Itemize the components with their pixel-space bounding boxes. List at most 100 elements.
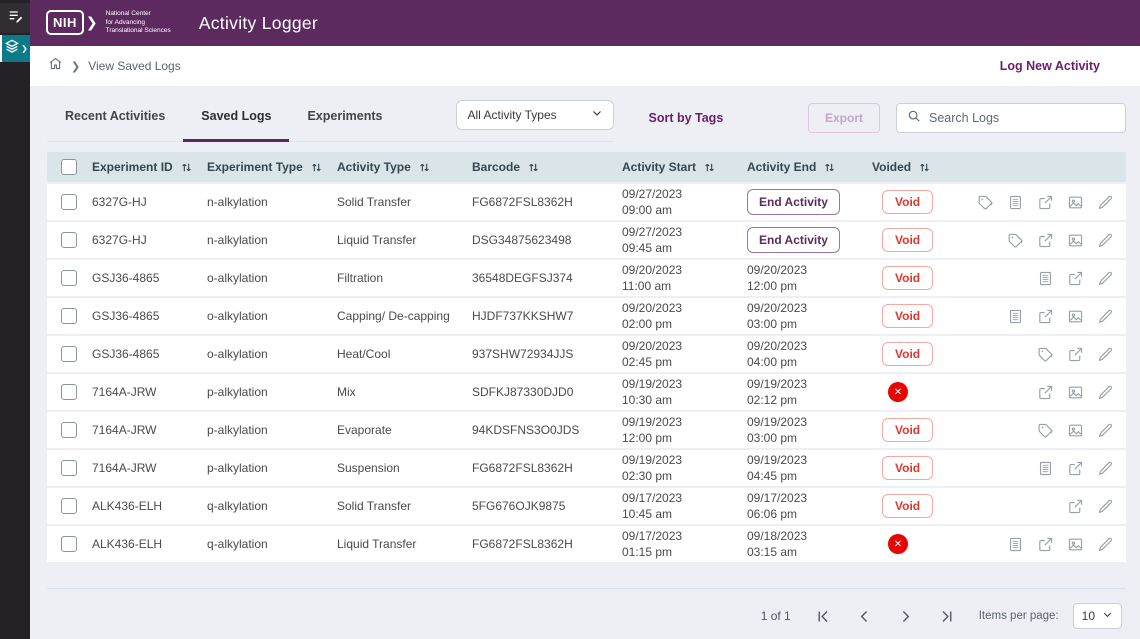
sort-icon[interactable] <box>918 161 931 174</box>
notes-icon[interactable] <box>1037 460 1054 477</box>
last-page-button[interactable] <box>938 608 955 625</box>
notes-icon[interactable] <box>1007 536 1024 553</box>
experiment-id-cell: 7164A-JRW <box>92 461 207 475</box>
activity-end-date: 09/20/2023 <box>747 300 866 316</box>
activity-start-cell: 09/20/2023 02:45 pm <box>622 338 747 370</box>
column-header-activity-start: Activity Start <box>622 160 696 174</box>
first-page-button[interactable] <box>815 608 832 625</box>
edit-icon[interactable] <box>1097 308 1114 325</box>
export-button[interactable]: Export <box>808 103 880 133</box>
notes-icon[interactable] <box>1037 270 1054 287</box>
end-activity-button[interactable]: End Activity <box>747 189 840 215</box>
sort-icon[interactable] <box>180 161 193 174</box>
external-link-icon[interactable] <box>1067 460 1084 477</box>
void-button[interactable]: Void <box>882 228 933 252</box>
end-activity-button[interactable]: End Activity <box>747 227 840 253</box>
external-link-icon[interactable] <box>1037 536 1054 553</box>
edit-icon[interactable] <box>1097 460 1114 477</box>
external-link-icon[interactable] <box>1067 270 1084 287</box>
sort-icon[interactable] <box>310 161 323 174</box>
void-button[interactable]: Void <box>882 266 933 290</box>
image-icon[interactable] <box>1067 536 1084 553</box>
activity-end-time: 12:00 pm <box>747 278 866 294</box>
row-checkbox[interactable] <box>61 536 77 552</box>
row-checkbox[interactable] <box>61 460 77 476</box>
table-header-row: Experiment ID Experiment Type Activity T… <box>47 152 1126 182</box>
edit-icon[interactable] <box>1097 384 1114 401</box>
void-button[interactable]: Void <box>882 456 933 480</box>
external-link-icon[interactable] <box>1067 498 1084 515</box>
barcode-cell: HJDF737KKSHW7 <box>472 309 622 323</box>
image-icon[interactable] <box>1067 232 1084 249</box>
home-icon[interactable] <box>48 56 63 76</box>
tab-saved-logs[interactable]: Saved Logs <box>183 94 289 142</box>
external-link-icon[interactable] <box>1037 232 1054 249</box>
external-link-icon[interactable] <box>1037 384 1054 401</box>
void-button[interactable]: Void <box>882 190 933 214</box>
row-checkbox[interactable] <box>61 384 77 400</box>
activity-type-filter[interactable]: All Activity Types <box>456 100 614 130</box>
void-button[interactable]: Void <box>882 418 933 442</box>
void-button[interactable]: Void <box>882 304 933 328</box>
search-input[interactable] <box>929 111 1115 125</box>
row-checkbox[interactable] <box>61 308 77 324</box>
edit-icon[interactable] <box>1097 270 1114 287</box>
experiment-type-cell: o-alkylation <box>207 271 337 285</box>
next-page-button[interactable] <box>897 608 914 625</box>
sort-by-tags-button[interactable]: Sort by Tags <box>648 111 723 125</box>
activity-start-cell: 09/19/2023 02:30 pm <box>622 452 747 484</box>
column-header-activity-end: Activity End <box>747 160 816 174</box>
image-icon[interactable] <box>1067 384 1084 401</box>
row-checkbox[interactable] <box>61 498 77 514</box>
activity-type-cell: Liquid Transfer <box>337 233 472 247</box>
edit-icon[interactable] <box>1097 346 1114 363</box>
items-per-page-select[interactable]: 10 <box>1073 603 1122 629</box>
sort-icon[interactable] <box>823 161 836 174</box>
sort-icon[interactable] <box>527 161 540 174</box>
experiment-type-cell: o-alkylation <box>207 347 337 361</box>
content-area: Recent Activities Saved Logs Experiments… <box>30 86 1140 639</box>
tab-experiments[interactable]: Experiments <box>289 94 400 142</box>
image-icon[interactable] <box>1067 194 1084 211</box>
tab-recent-activities[interactable]: Recent Activities <box>47 94 183 142</box>
tag-icon[interactable] <box>977 194 994 211</box>
row-checkbox[interactable] <box>61 270 77 286</box>
activity-start-time: 02:45 pm <box>622 354 741 370</box>
image-icon[interactable] <box>1067 308 1084 325</box>
sort-icon[interactable] <box>418 161 431 174</box>
activity-end-date: 09/17/2023 <box>747 490 866 506</box>
row-checkbox[interactable] <box>61 346 77 362</box>
activity-end-time: 03:15 am <box>747 544 866 560</box>
tag-icon[interactable] <box>1037 422 1054 439</box>
image-icon[interactable] <box>1067 422 1084 439</box>
edit-icon[interactable] <box>1097 498 1114 515</box>
activity-end-cell: 09/18/202303:15 am <box>747 528 872 560</box>
edit-icon[interactable] <box>1097 536 1114 553</box>
edit-icon[interactable] <box>1097 194 1114 211</box>
activity-start-time: 09:45 am <box>622 240 741 256</box>
sort-icon[interactable] <box>703 161 716 174</box>
external-link-icon[interactable] <box>1037 194 1054 211</box>
log-new-activity-link[interactable]: Log New Activity <box>1000 59 1100 73</box>
tag-icon[interactable] <box>1037 346 1054 363</box>
tag-icon[interactable] <box>1007 232 1024 249</box>
activity-start-date: 09/19/2023 <box>622 414 741 430</box>
select-all-checkbox[interactable] <box>61 159 77 175</box>
edit-icon[interactable] <box>1097 232 1114 249</box>
notes-icon[interactable] <box>1007 194 1024 211</box>
edit-icon[interactable] <box>1097 422 1114 439</box>
previous-page-button[interactable] <box>856 608 873 625</box>
activity-end-cell: 09/19/202302:12 pm <box>747 376 872 408</box>
row-checkbox[interactable] <box>61 232 77 248</box>
external-link-icon[interactable] <box>1037 308 1054 325</box>
row-checkbox[interactable] <box>61 194 77 210</box>
sidebar-item-activity-log[interactable] <box>0 3 30 33</box>
notes-icon[interactable] <box>1007 308 1024 325</box>
void-button[interactable]: Void <box>882 494 933 518</box>
row-checkbox[interactable] <box>61 422 77 438</box>
activity-end-date: 09/20/2023 <box>747 338 866 354</box>
table-row: ALK436-ELH q-alkylation Solid Transfer 5… <box>47 488 1126 524</box>
sidebar-item-saved-logs[interactable]: ❯ <box>0 35 30 62</box>
external-link-icon[interactable] <box>1067 346 1084 363</box>
void-button[interactable]: Void <box>882 342 933 366</box>
